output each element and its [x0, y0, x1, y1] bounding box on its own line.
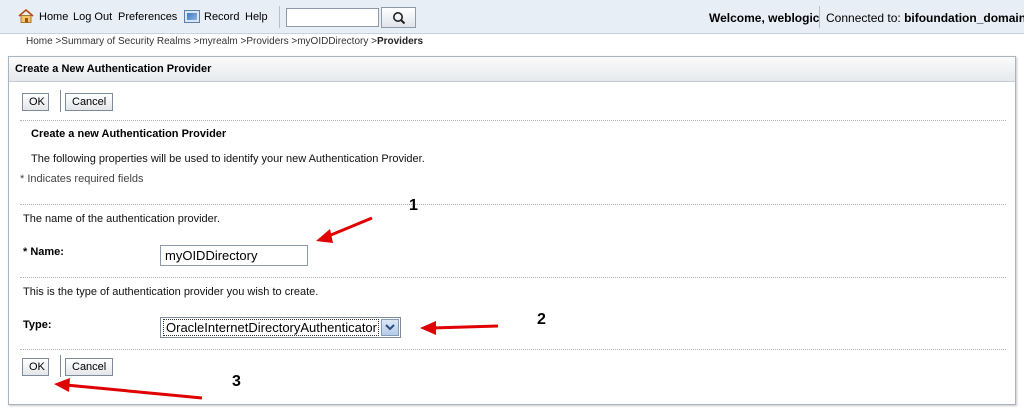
toolbar-divider [279, 6, 280, 28]
create-provider-panel: Create a New Authentication Provider OK … [8, 56, 1016, 405]
breadcrumb-myoiddirectory[interactable]: myOIDDirectory > [297, 36, 377, 47]
preferences-link[interactable]: Preferences [118, 11, 177, 23]
name-label: * Name: [23, 246, 64, 258]
type-select-value: OracleInternetDirectoryAuthenticator [163, 319, 379, 336]
breadcrumb-providers[interactable]: Providers > [246, 36, 297, 47]
chevron-down-glyph [385, 324, 395, 331]
type-label: Type: [23, 319, 52, 331]
divider [20, 349, 1006, 350]
logout-link[interactable]: Log Out [73, 11, 112, 23]
type-help-text: This is the type of authentication provi… [23, 286, 319, 298]
divider [20, 277, 1006, 278]
record-link[interactable]: Record [204, 11, 239, 23]
annotation-number-2: 2 [537, 311, 546, 328]
name-help-text: The name of the authentication provider. [23, 213, 220, 225]
record-icon[interactable] [184, 10, 200, 23]
home-icon[interactable] [18, 9, 34, 23]
annotation-number-1: 1 [409, 197, 418, 214]
name-field[interactable] [160, 245, 308, 266]
intro-text: The following properties will be used to… [31, 153, 425, 165]
divider [20, 204, 1006, 205]
search-input[interactable] [286, 8, 379, 27]
breadcrumb-current: Providers [376, 36, 424, 47]
breadcrumb-home[interactable]: Home > [26, 36, 61, 47]
cancel-button-top[interactable]: Cancel [65, 93, 113, 111]
required-note: * Indicates required fields [20, 173, 144, 185]
breadcrumb: Home >Summary of Security Realms >myreal… [26, 36, 423, 47]
type-select[interactable]: OracleInternetDirectoryAuthenticator [160, 317, 401, 338]
ok-button-top[interactable]: OK [22, 93, 49, 111]
breadcrumb-myrealm[interactable]: myrealm > [199, 36, 246, 47]
top-bar: Home Log Out Preferences Record Help Wel… [0, 0, 1024, 34]
breadcrumb-security-realms[interactable]: Summary of Security Realms > [61, 36, 199, 47]
help-link[interactable]: Help [245, 11, 268, 23]
search-button[interactable] [381, 7, 416, 28]
header-divider [819, 6, 820, 28]
connected-text: Connected to: bifoundation_domain [826, 11, 1024, 25]
welcome-text: Welcome, weblogic [709, 11, 820, 25]
panel-header: Create a New Authentication Provider [9, 57, 1015, 82]
search-icon [393, 12, 406, 25]
domain-name: bifoundation_domain [904, 11, 1024, 25]
home-link[interactable]: Home [39, 11, 68, 23]
panel-title: Create a New Authentication Provider [15, 63, 212, 75]
annotation-number-3: 3 [232, 373, 241, 390]
section-title: Create a new Authentication Provider [31, 128, 227, 140]
ok-button-bottom[interactable]: OK [22, 358, 49, 376]
button-divider-bottom [60, 355, 61, 377]
button-divider-top [60, 90, 61, 112]
chevron-down-icon[interactable] [381, 319, 399, 336]
divider [20, 120, 1006, 121]
cancel-button-bottom[interactable]: Cancel [65, 358, 113, 376]
